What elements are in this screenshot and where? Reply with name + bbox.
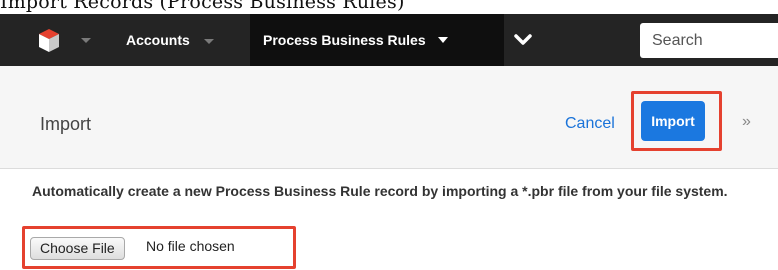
cropped-heading-text: Import Records (Process Business Rules) bbox=[0, 0, 405, 13]
cropped-heading-strip: Import Records (Process Business Rules) bbox=[0, 0, 778, 14]
chevron-down-icon[interactable] bbox=[437, 37, 448, 43]
nav-tab-accounts[interactable]: Accounts bbox=[126, 14, 214, 66]
nav-tab-process-business-rules[interactable]: Process Business Rules bbox=[250, 14, 504, 66]
double-chevron-right-icon[interactable]: » bbox=[742, 113, 751, 131]
record-header: Import Cancel Import » bbox=[0, 66, 778, 169]
nav-tab-pbr-label: Process Business Rules bbox=[263, 32, 426, 48]
logo-menu-caret-icon[interactable] bbox=[81, 38, 91, 43]
search-input[interactable] bbox=[640, 23, 778, 58]
chevron-down-icon[interactable] bbox=[203, 38, 214, 44]
page-title: Import bbox=[40, 114, 92, 134]
more-chevron-icon[interactable] bbox=[510, 28, 536, 52]
nav-tab-accounts-label: Accounts bbox=[126, 32, 190, 48]
file-status-text: No file chosen bbox=[146, 238, 235, 254]
cancel-button[interactable]: Cancel bbox=[565, 115, 615, 133]
choose-file-button[interactable]: Choose File bbox=[30, 237, 125, 260]
logo-cube-icon[interactable] bbox=[32, 26, 66, 56]
top-navbar: Accounts Process Business Rules bbox=[0, 14, 778, 66]
import-description: Automatically create a new Process Busin… bbox=[32, 183, 728, 199]
import-button[interactable]: Import bbox=[641, 101, 705, 141]
